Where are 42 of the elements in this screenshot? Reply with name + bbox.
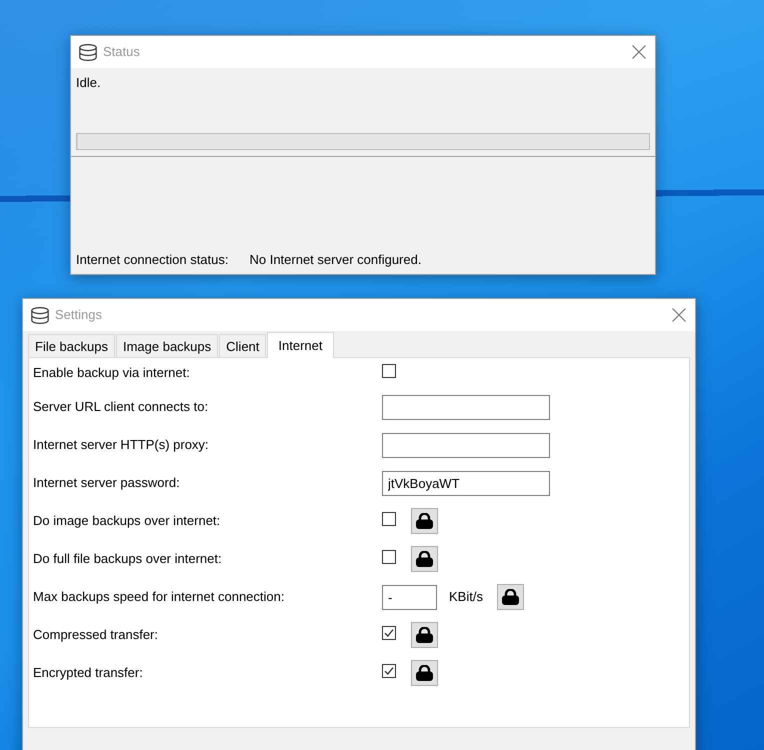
padlock-icon (416, 551, 433, 567)
database-icon (79, 44, 97, 60)
tab[interactable]: File backups (28, 334, 115, 357)
checkbox[interactable] (382, 550, 396, 564)
padlock-icon (416, 513, 433, 529)
setting-label: Enable backup via internet: (33, 364, 191, 382)
connection-status: No Internet server configured. (249, 251, 422, 269)
padlock-icon (416, 627, 433, 643)
setting-label: Internet server password: (33, 474, 181, 492)
unit-label: KBit/s (449, 588, 483, 606)
speed-field[interactable]: - (382, 584, 437, 610)
setting-label: Encrypted transfer: (33, 664, 144, 682)
setting-label: Do image backups over internet: (33, 512, 222, 530)
database-icon (31, 306, 49, 324)
window-title: Settings (55, 306, 103, 324)
padlock-icon (416, 665, 433, 681)
setting-label: Compressed transfer: (33, 626, 159, 644)
tab[interactable]: Client (219, 334, 266, 357)
lock-button[interactable] (496, 584, 524, 610)
setting-label: Server URL client connects to: (33, 398, 210, 416)
tab[interactable]: Internet (267, 332, 334, 358)
close-icon[interactable] (632, 45, 646, 59)
checkbox[interactable] (382, 626, 396, 640)
lock-button[interactable] (411, 546, 438, 572)
setting-label: Do full file backups over internet: (33, 550, 223, 568)
checkbox[interactable] (382, 664, 396, 678)
close-icon[interactable] (672, 308, 686, 322)
lock-button[interactable] (411, 622, 438, 648)
text-field[interactable] (382, 394, 550, 420)
setting-label: Internet server HTTP(s) proxy: (33, 436, 210, 454)
window-title: Status (103, 43, 141, 62)
text-field[interactable] (382, 432, 550, 458)
checkbox[interactable] (382, 364, 396, 378)
connection-label: Internet connection status: (76, 251, 228, 269)
lock-button[interactable] (411, 508, 438, 534)
setting-label: Max backups speed for internet connection: (33, 588, 286, 606)
padlock-icon (502, 589, 519, 605)
tab[interactable]: Image backups (116, 334, 218, 357)
text-field[interactable]: jtVkBoyaWT (382, 470, 550, 496)
checkbox[interactable] (382, 512, 396, 526)
lock-button[interactable] (411, 660, 438, 686)
status-message: Idle. (76, 74, 102, 92)
